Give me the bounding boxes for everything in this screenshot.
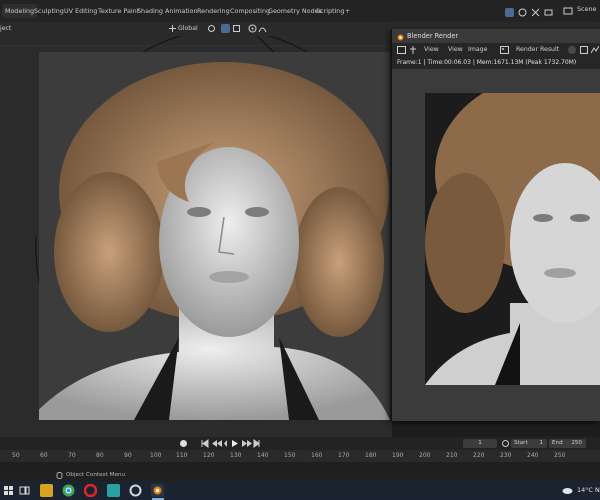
header-tools-group [505,8,600,18]
pivot-icon[interactable] [207,24,216,33]
ruler-tick: 90 [124,452,132,459]
blender-taskbar-icon[interactable] [151,484,164,497]
weather-temperature[interactable]: 14°C [577,486,593,494]
menu-view-2[interactable]: View [448,43,463,57]
start-label: Start [514,440,528,446]
ruler-tick: 240 [527,452,539,459]
render-window-title: Blender Render [407,32,459,40]
menu-view[interactable]: View [424,43,439,57]
ruler-tick: 80 [96,452,104,459]
os-taskbar: 14°C N [0,481,600,500]
taskbar-overflow-text[interactable]: N [595,486,600,494]
blender-logo-icon [396,32,404,41]
ruler-tick: 250 [554,452,566,459]
mode-label[interactable]: ject [0,25,11,32]
rendered-portrait [425,73,600,385]
app-icon[interactable] [107,484,120,497]
render-subject-image [29,52,390,420]
ruler-tick: 230 [500,452,512,459]
ruler-tick: 210 [446,452,458,459]
ruler-tick: 170 [338,452,350,459]
proportional-editing-icon[interactable] [248,24,257,33]
render-info-bar: Frame:1 | Time:00:06.03 | Mem:1671.13M (… [392,57,600,69]
timeline-header: 1 Start 1 End 250 [0,437,600,450]
end-frame-field[interactable]: End 250 [549,439,586,448]
ruler-tick: 140 [257,452,269,459]
render-stats: Frame:1 | Time:00:06.03 | Mem:1671.13M (… [397,59,577,66]
start-icon[interactable] [2,484,15,497]
status-context-menu: Object Context Menu [66,472,126,478]
ruler-tick: 160 [311,452,323,459]
menu-image[interactable]: Image [468,43,487,57]
ruler-tick: 120 [203,452,215,459]
scopes-icon[interactable] [590,45,600,54]
chrome-icon[interactable] [62,484,75,497]
ruler-tick: 220 [473,452,485,459]
snap-icon[interactable] [221,24,230,33]
ruler-tick: 110 [176,452,188,459]
start-frame-field[interactable]: Start 1 [511,439,547,448]
weather-cloud-icon[interactable] [562,486,573,494]
ruler-tick: 50 [12,452,20,459]
render-icon[interactable] [544,8,553,17]
fake-user-icon[interactable] [568,46,576,54]
gizmo-icon[interactable] [531,8,540,17]
current-frame-field[interactable]: 1 [463,439,497,448]
ruler-tick: 190 [392,452,404,459]
render-window-menubar: View View Image Render Result [392,43,600,57]
viewport-shading-icon[interactable] [505,8,514,17]
end-value: 250 [571,440,582,446]
start-value: 1 [539,440,543,446]
orientation-dropdown[interactable]: Global [178,25,198,32]
falloff-icon[interactable] [258,24,267,33]
c-app-icon[interactable] [129,484,142,497]
ruler-tick: 130 [230,452,242,459]
clock-icon [502,440,509,447]
snap-target-icon[interactable] [232,24,241,33]
ruler-tick: 150 [284,452,296,459]
ruler-tick: 60 [40,452,48,459]
channel-display-icon[interactable] [580,46,588,54]
file-explorer-icon[interactable] [40,484,53,497]
camera-frame [29,52,390,420]
mouse-right-icon [56,472,63,479]
status-bar: Object Context Menu [0,471,600,481]
timeline-track[interactable] [0,462,600,471]
transform-orientation-icon[interactable] [168,24,177,33]
end-label: End [552,440,563,446]
playback-icons[interactable] [200,439,260,448]
add-workspace-button[interactable]: + [342,4,353,18]
editor-type-icon[interactable] [397,46,406,54]
render-window[interactable]: Blender Render View View Image Render Re… [391,29,600,421]
image-slot-name[interactable]: Render Result [516,43,559,57]
ruler-tick: 70 [68,452,76,459]
render-window-titlebar[interactable]: Blender Render [392,29,600,43]
overlay-icon[interactable] [518,8,527,17]
opera-icon[interactable] [83,483,98,498]
render-result-image [425,73,600,385]
ruler-tick: 180 [365,452,377,459]
pin-icon[interactable] [410,46,416,54]
timeline-ruler[interactable]: 50 60 70 80 90 100 110 120 130 140 150 1… [0,450,600,462]
ruler-tick: 100 [150,452,162,459]
record-icon[interactable] [180,440,187,447]
ruler-tick: 200 [419,452,431,459]
image-browse-icon[interactable] [500,46,509,54]
playback-controls [200,439,260,448]
task-view-icon[interactable] [18,484,31,497]
